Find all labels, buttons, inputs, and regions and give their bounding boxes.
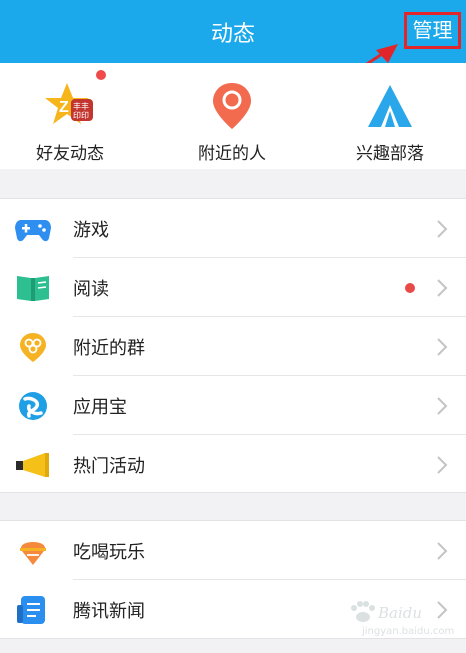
manage-button[interactable]: 管理 — [404, 12, 461, 49]
list-item-nearby-groups[interactable]: 附近的群 — [0, 317, 466, 376]
watermark-url: jingyan.baidu.com — [362, 626, 455, 637]
quick-access-bar: Z 丰丰 印印 好友动态 附近的人 兴趣部落 — [0, 63, 466, 169]
list-item-label: 附近的群 — [73, 338, 145, 359]
unread-dot — [405, 283, 415, 293]
list-item-label: 阅读 — [73, 279, 109, 300]
friend-feed-icon: Z 丰丰 印印 — [45, 83, 93, 124]
list-item-label: 吃喝玩乐 — [73, 542, 145, 563]
list-item-hot-events[interactable]: 热门活动 — [0, 435, 466, 494]
gamepad-icon — [15, 220, 51, 242]
list-item-app-store[interactable]: 应用宝 — [0, 376, 466, 435]
page-title: 动态 — [210, 22, 255, 47]
chevron-right-icon — [437, 338, 448, 356]
list-item-label: 应用宝 — [73, 397, 127, 418]
quick-item-friend-feed[interactable]: Z 丰丰 印印 好友动态 — [0, 63, 140, 169]
book-icon — [17, 276, 49, 301]
svg-text:丰丰: 丰丰 — [73, 101, 89, 111]
location-pin-icon — [213, 83, 251, 129]
quick-item-label: 好友动态 — [36, 144, 104, 164]
news-icon — [17, 596, 45, 624]
baidu-watermark: Baidu jingyan.baidu.com — [348, 600, 458, 644]
list-item-label: 游戏 — [73, 220, 109, 241]
nearby-group-icon — [20, 333, 46, 362]
tent-icon — [368, 85, 412, 127]
app-store-icon — [19, 392, 47, 420]
watermark-text: Baidu — [378, 604, 423, 622]
top-bar: 动态 管理 — [0, 0, 466, 63]
list-item-label: 热门活动 — [73, 456, 145, 477]
chevron-right-icon — [437, 220, 448, 238]
food-icon — [20, 542, 46, 565]
list-item-reading[interactable]: 阅读 — [0, 258, 466, 317]
quick-item-label: 附近的人 — [198, 144, 266, 164]
feature-list-main: 游戏 阅读 附近的群 应用宝 热门活动 — [0, 198, 466, 493]
paw-icon — [351, 601, 375, 622]
quick-item-interest-tribe[interactable]: 兴趣部落 — [320, 63, 460, 169]
quick-item-label: 兴趣部落 — [356, 144, 424, 164]
megaphone-icon — [16, 453, 49, 477]
list-item-food-fun[interactable]: 吃喝玩乐 — [0, 521, 466, 580]
quick-item-nearby-people[interactable]: 附近的人 — [162, 63, 302, 169]
chevron-right-icon — [437, 397, 448, 415]
chevron-right-icon — [437, 542, 448, 560]
svg-text:Z: Z — [59, 99, 69, 116]
chevron-right-icon — [437, 279, 448, 297]
chevron-right-icon — [437, 456, 448, 474]
friend-feed-new-dot — [96, 70, 106, 80]
list-item-label: 腾讯新闻 — [73, 601, 145, 622]
svg-text:印印: 印印 — [73, 111, 89, 120]
list-item-games[interactable]: 游戏 — [0, 199, 466, 258]
